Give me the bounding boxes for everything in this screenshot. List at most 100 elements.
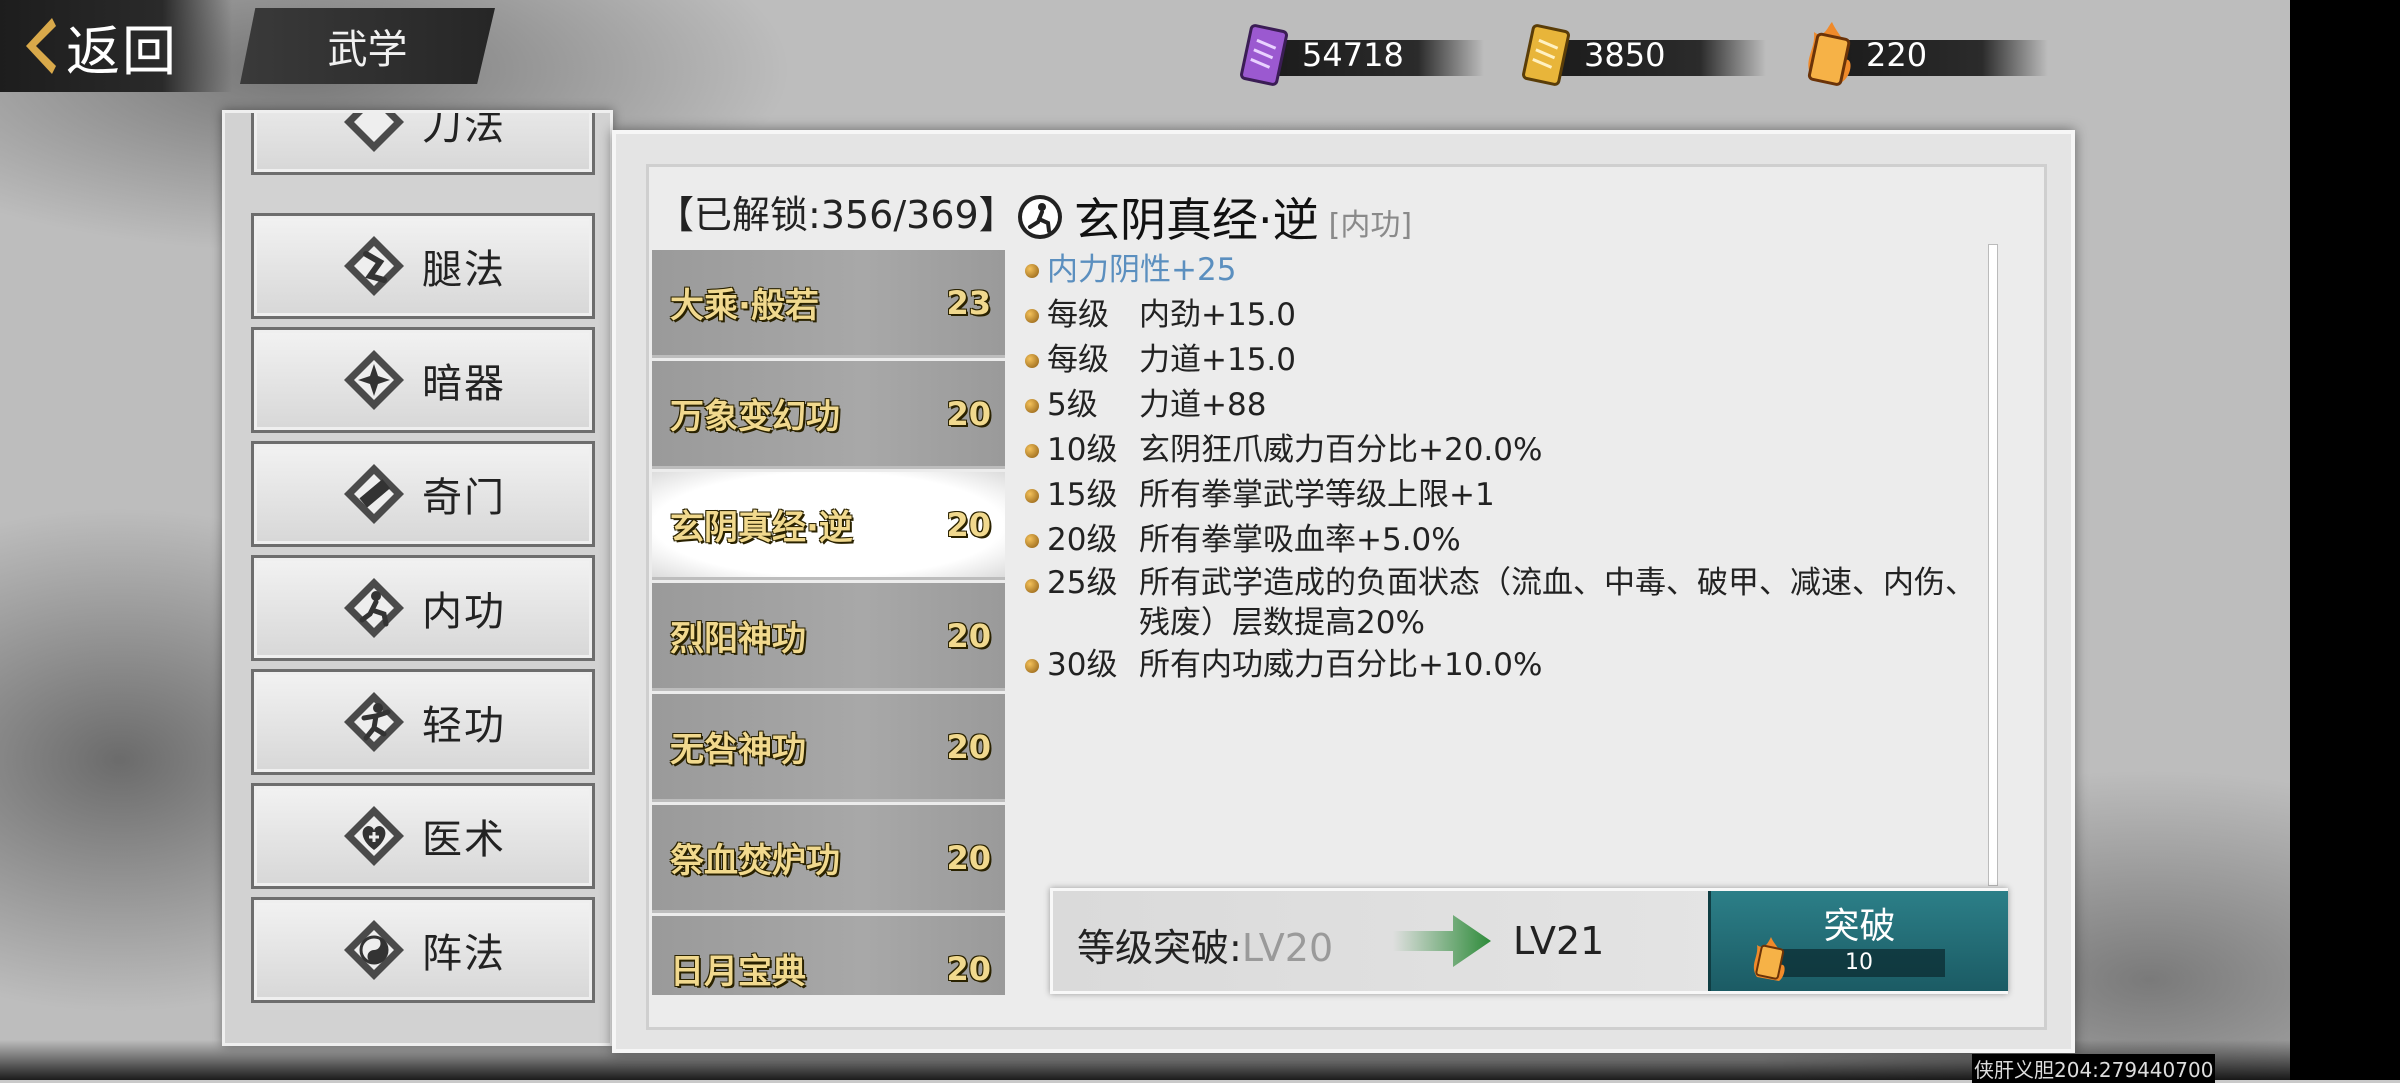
page-title-tab: 武学: [240, 8, 495, 84]
category-label: 阵法: [422, 931, 506, 977]
skill-level: 20: [946, 505, 991, 544]
breakthrough-button[interactable]: 突破 10: [1708, 891, 2008, 991]
skill-detail-header: 玄阴真经·逆 [内功]: [1016, 184, 1412, 250]
skill-name: 祭血焚炉功: [670, 841, 840, 881]
blade-icon: [344, 113, 404, 152]
bullet-icon: [1025, 489, 1039, 503]
effect-line: 20级 所有拳掌吸血率+5.0%: [1025, 518, 1985, 563]
skill-name: 万象变幻功: [670, 397, 840, 437]
chevron-left-icon: [26, 18, 56, 74]
effect-level: 每级: [1047, 297, 1109, 333]
skill-level: 20: [946, 616, 991, 655]
effect-bonus: 内力阴性+25: [1025, 248, 1985, 293]
effect-line: 30级 所有内功威力百分比+10.0%: [1025, 643, 1985, 688]
skill-detail-type: [内功]: [1328, 208, 1413, 243]
breakthrough-label-text: 等级突破:: [1077, 926, 1242, 970]
currency-purple: 54718: [1234, 18, 1484, 92]
skill-row[interactable]: 万象变幻功 20: [652, 361, 1005, 469]
currency-orange-value: 220: [1866, 36, 1928, 74]
purple-scroll-icon: [1240, 24, 1288, 86]
skill-level: 23: [946, 283, 991, 322]
skill-level: 20: [946, 394, 991, 433]
skill-name: 无咎神功: [670, 730, 806, 770]
bullet-icon: [1025, 579, 1039, 593]
breakthrough-label: 等级突破:LV20: [1077, 917, 1333, 972]
category-panel[interactable]: 刀法 腿法 暗器 奇门 内功 轻功 医术 阵法: [222, 110, 613, 1046]
effect-text: 内劲+15.0: [1139, 297, 1296, 333]
breakthrough-cost: 10: [1845, 950, 1873, 975]
effect-line: 每级 内劲+15.0: [1025, 293, 1985, 338]
bullet-icon: [1025, 444, 1039, 458]
category-label: 内功: [422, 589, 506, 635]
category-label: 暗器: [422, 361, 506, 407]
effect-text: 所有内功威力百分比+10.0%: [1139, 647, 1543, 683]
skill-row-selected[interactable]: 玄阴真经·逆 20: [652, 472, 1005, 580]
category-label: 奇门: [422, 475, 506, 521]
back-button[interactable]: 返回: [0, 0, 232, 92]
leaping-figure-icon: [344, 692, 404, 752]
category-hidden-weapon[interactable]: 暗器: [251, 327, 595, 433]
currency-gold-value: 3850: [1584, 36, 1666, 74]
right-black-edge: [2290, 0, 2400, 1080]
skill-name: 日月宝典: [670, 952, 806, 992]
skill-row[interactable]: 无咎神功 20: [652, 694, 1005, 802]
current-level: LV20: [1241, 926, 1334, 970]
effect-text: 力道+88: [1139, 387, 1267, 423]
effect-text: 力道+15.0: [1139, 342, 1296, 378]
category-label: 腿法: [422, 247, 506, 293]
skill-level: 20: [946, 727, 991, 766]
category-label: 刀法: [422, 110, 506, 149]
next-level: LV21: [1513, 919, 1605, 963]
yin-yang-icon: [344, 920, 404, 980]
arrow-right-icon: [1393, 915, 1491, 967]
currency-gold: 3850: [1516, 18, 1766, 92]
category-blade[interactable]: 刀法: [251, 110, 595, 175]
effect-line: 10级 玄阴狂爪威力百分比+20.0%: [1025, 428, 1985, 473]
category-label: 医术: [422, 817, 506, 863]
skill-detail-name: 玄阴真经·逆: [1074, 193, 1319, 247]
skill-list[interactable]: 大乘·般若 23 万象变幻功 20 玄阴真经·逆 20 烈阳神功 20 无咎神功…: [652, 250, 1005, 995]
effect-level: 每级: [1047, 342, 1109, 378]
breakthrough-bar: 等级突破:LV20 LV21 突破 10: [1050, 888, 2008, 994]
effect-text: 所有武学造成的负面状态（流血、中毒、破甲、减速、内伤、残废）层数提高20%: [1139, 565, 1976, 641]
effect-level: 30级: [1047, 647, 1118, 683]
skill-name: 烈阳神功: [670, 619, 806, 659]
bullet-icon: [1025, 264, 1039, 278]
category-formation[interactable]: 阵法: [251, 897, 595, 1003]
category-leg[interactable]: 腿法: [251, 213, 595, 319]
scroll-weapon-icon: [344, 464, 404, 524]
skill-row[interactable]: 烈阳神功 20: [652, 583, 1005, 691]
category-label: 轻功: [422, 703, 506, 749]
bullet-icon: [1025, 309, 1039, 323]
shuriken-icon: [344, 350, 404, 410]
skill-row[interactable]: 大乘·般若 23: [652, 250, 1005, 358]
skill-row[interactable]: 祭血焚炉功 20: [652, 805, 1005, 913]
effect-line: 25级 所有武学造成的负面状态（流血、中毒、破甲、减速、内伤、残废）层数提高20…: [1025, 563, 1985, 643]
bullet-icon: [1025, 659, 1039, 673]
bullet-icon: [1025, 399, 1039, 413]
effect-level: 10级: [1047, 432, 1118, 468]
bullet-icon: [1025, 534, 1039, 548]
category-medicine[interactable]: 医术: [251, 783, 595, 889]
currency-orange: 220: [1798, 18, 2048, 92]
skill-effects-list[interactable]: 内力阴性+25 每级 内劲+15.0 每级 力道+15.0 5级 力道+88 1…: [1025, 248, 1985, 688]
category-neigong[interactable]: 内功: [251, 555, 595, 661]
skill-row[interactable]: 日月宝典 20: [652, 916, 1005, 995]
effect-level: 20级: [1047, 522, 1118, 558]
back-label: 返回: [66, 19, 178, 83]
page-title: 武学: [327, 27, 408, 73]
unlock-counter: 【已解锁:356/369】: [656, 193, 1017, 237]
skill-name: 玄阴真经·逆: [670, 508, 853, 548]
effect-text: 玄阴狂爪威力百分比+20.0%: [1139, 432, 1543, 468]
category-qinggong[interactable]: 轻功: [251, 669, 595, 775]
effect-line: 15级 所有拳掌武学等级上限+1: [1025, 473, 1985, 518]
skill-level: 20: [946, 949, 991, 988]
effect-bonus-text: 内力阴性+25: [1047, 252, 1237, 288]
effect-text: 所有拳掌武学等级上限+1: [1139, 477, 1495, 513]
orange-scroll-icon: [1807, 22, 1851, 86]
skill-name: 大乘·般若: [670, 286, 819, 326]
category-qimen[interactable]: 奇门: [251, 441, 595, 547]
neigong-badge-icon: [1018, 195, 1062, 239]
meditation-icon: [344, 578, 404, 638]
effects-scrollbar[interactable]: [1988, 244, 1998, 886]
